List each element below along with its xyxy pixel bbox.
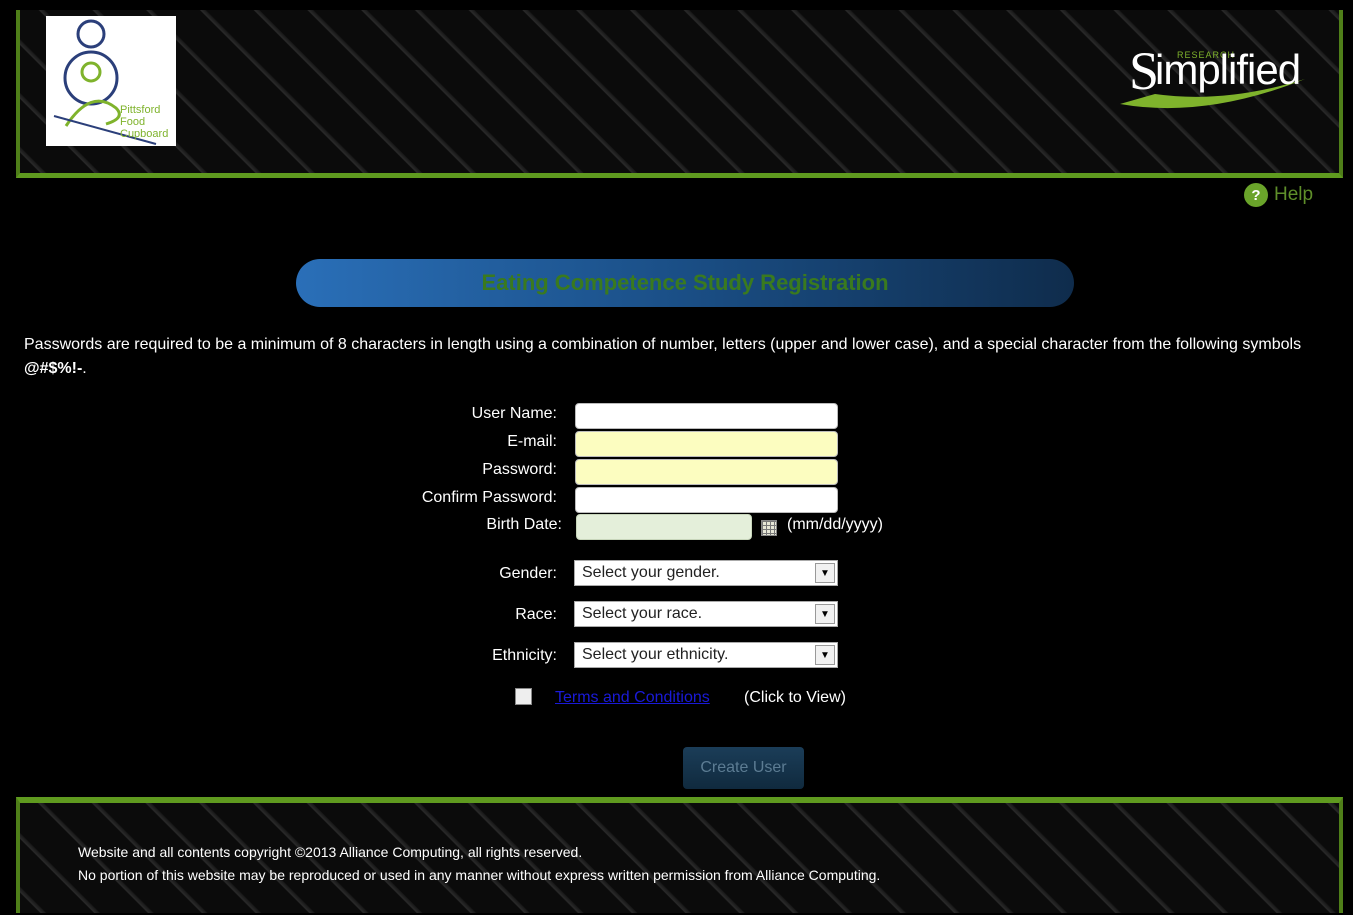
- birthdate-format-hint: (mm/dd/yyyy): [787, 516, 883, 533]
- research-simplified-logo: S RESEARCH implified: [1115, 24, 1325, 114]
- confirm-password-input[interactable]: [575, 487, 838, 513]
- logo-text-line: Cupboard: [120, 128, 169, 140]
- ethnicity-selected-value: Select your ethnicity.: [582, 646, 729, 663]
- email-label: E-mail:: [507, 433, 557, 450]
- calendar-icon[interactable]: [761, 520, 777, 536]
- logo-word: implified: [1155, 46, 1301, 93]
- logo-text-line: Pittsford: [120, 104, 161, 116]
- site-header: Pittsford Food Cupboard S RESEARCH impli…: [16, 10, 1343, 178]
- chevron-down-icon[interactable]: ▼: [815, 645, 835, 665]
- birthdate-input[interactable]: [576, 514, 752, 540]
- create-user-button[interactable]: Create User: [683, 747, 804, 789]
- race-selected-value: Select your race.: [582, 605, 703, 622]
- race-select[interactable]: Select your race. ▼: [574, 601, 838, 627]
- pittsford-food-cupboard-logo: Pittsford Food Cupboard: [46, 16, 176, 146]
- password-notice: Passwords are required to be a minimum o…: [24, 333, 1334, 381]
- page-title-banner: Eating Competence Study Registration: [296, 259, 1074, 307]
- site-footer: Website and all contents copyright ©2013…: [16, 797, 1343, 913]
- notice-end: .: [82, 360, 87, 377]
- permission-text: No portion of this website may be reprod…: [78, 867, 881, 883]
- terms-checkbox[interactable]: [515, 688, 532, 705]
- gender-selected-value: Select your gender.: [582, 564, 720, 581]
- notice-text: Passwords are required to be a minimum o…: [24, 336, 1302, 353]
- birthdate-label: Birth Date:: [486, 516, 562, 533]
- terms-and-conditions-link[interactable]: Terms and Conditions: [555, 689, 710, 707]
- password-input[interactable]: [575, 459, 838, 485]
- question-icon: ?: [1244, 183, 1268, 207]
- gender-label: Gender:: [499, 565, 557, 582]
- race-label: Race:: [515, 606, 557, 623]
- logo-text: Pittsford Food Cupboard: [120, 104, 168, 140]
- chevron-down-icon[interactable]: ▼: [815, 563, 835, 583]
- help-link[interactable]: ? Help: [1244, 183, 1313, 207]
- confirm-password-label: Confirm Password:: [421, 489, 557, 506]
- username-input[interactable]: [575, 403, 838, 429]
- terms-hint: (Click to View): [744, 689, 846, 706]
- page-title: Eating Competence Study Registration: [481, 270, 889, 295]
- copyright-text: Website and all contents copyright ©2013…: [78, 844, 583, 860]
- logo-text-line: Food: [120, 116, 146, 128]
- ethnicity-select[interactable]: Select your ethnicity. ▼: [574, 642, 838, 668]
- chevron-down-icon[interactable]: ▼: [815, 604, 835, 624]
- email-input[interactable]: [575, 431, 838, 457]
- notice-symbols: @#$%!-: [24, 360, 83, 377]
- ethnicity-label: Ethnicity:: [492, 647, 557, 664]
- gender-select[interactable]: Select your gender. ▼: [574, 560, 838, 586]
- password-label: Password:: [482, 461, 557, 478]
- help-label: Help: [1274, 184, 1314, 205]
- username-label: User Name:: [471, 405, 557, 422]
